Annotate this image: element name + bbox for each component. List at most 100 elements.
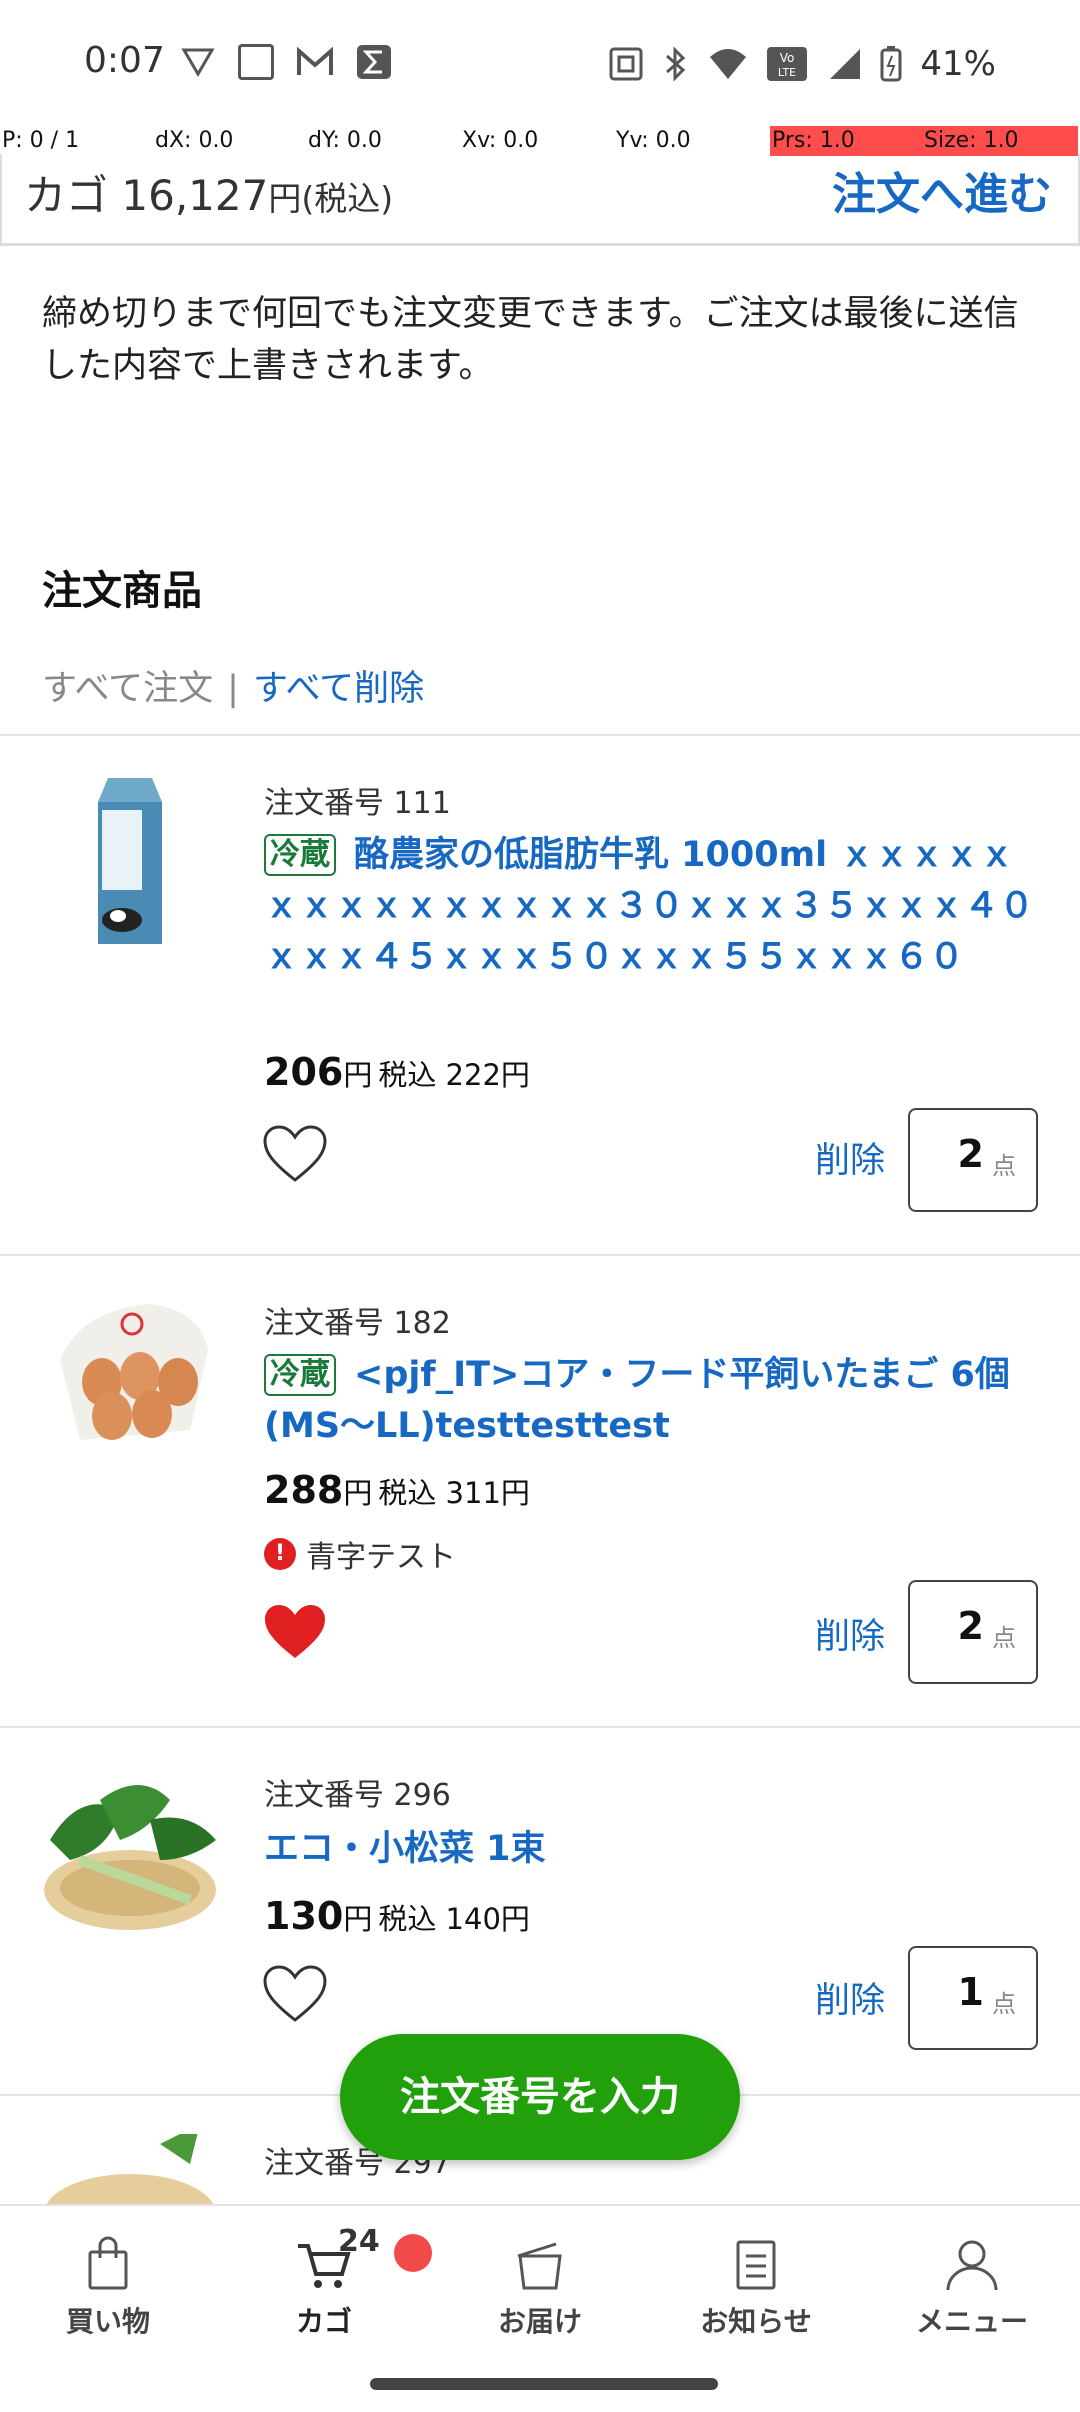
cart-count: 24 [338, 2224, 380, 2259]
quantity-value: 2 [957, 1604, 984, 1648]
cart-item: 注文番号 111 冷蔵 酪農家の低脂肪牛乳 1000ml ｘｘｘｘｘｘｘｘｘｘｘｘ… [0, 736, 1080, 1256]
section-title: 注文商品 [42, 568, 202, 614]
quantity-value: 1 [957, 1970, 984, 2014]
nav-cart-label: カゴ [295, 2305, 352, 2338]
battery-icon [880, 46, 902, 82]
delivery-box-icon [517, 2242, 562, 2290]
delete-item-button[interactable]: 削除 [815, 1132, 885, 1183]
bulk-actions: すべて注文 | すべて削除 [42, 660, 424, 711]
quantity-box[interactable]: 2点 [908, 1108, 1038, 1212]
cart-total: カゴ 16,127円(税込) [24, 162, 393, 223]
egg-carton-image[interactable] [40, 1290, 220, 1470]
clipboard-icon [736, 2240, 776, 2290]
nav-cart[interactable]: 24 カゴ [234, 2224, 432, 2340]
nav-news[interactable]: お知らせ [666, 2234, 846, 2340]
refrigerated-badge: 冷蔵 [264, 834, 336, 876]
cart-item: 注文番号 182 冷蔵 <pjf_IT>コア・フード平飼いたまご 6個(MS〜LL… [0, 1256, 1080, 1726]
svg-text:LTE: LTE [778, 66, 796, 79]
home-indicator[interactable] [370, 2378, 718, 2390]
cart-notification-dot [394, 2234, 432, 2272]
quantity-box[interactable]: 1点 [908, 1946, 1038, 2050]
nav-menu[interactable]: メニュー [882, 2234, 1062, 2340]
cart-amount: 16,127 [121, 171, 269, 220]
order-number: 注文番号 111 [264, 786, 451, 821]
price: 130円 税込 140円 [264, 1894, 530, 1938]
heart-outline-icon[interactable] [262, 1964, 328, 2024]
debug-pointer: P: 0 / 1 [2, 128, 80, 153]
price-unit: 円 [343, 1902, 373, 1936]
quantity-unit: 点 [992, 1990, 1016, 2018]
order-number: 注文番号 296 [264, 1778, 451, 1813]
product-name: エコ・小松菜 1束 [264, 1829, 546, 1869]
quantity-box[interactable]: 2点 [908, 1580, 1038, 1684]
vpn-icon [181, 48, 215, 77]
shopping-bag-icon [88, 2236, 128, 2290]
quantity-unit: 点 [992, 1624, 1016, 1652]
sigma-icon [357, 45, 391, 79]
nav-news-label: お知らせ [700, 2305, 812, 2338]
cart-label: カゴ [24, 171, 109, 220]
item-note: ! 青字テスト [264, 1532, 456, 1576]
vegetable-image[interactable] [40, 2134, 220, 2204]
product-name: 酪農家の低脂肪牛乳 1000ml ｘｘｘｘｘｘｘｘｘｘｘｘｘｘｘ３０ｘｘｘ３５ｘ… [264, 835, 1035, 977]
price: 288円 税込 311円 [264, 1468, 530, 1512]
warning-icon: ! [264, 1538, 296, 1570]
nfc-icon [609, 47, 643, 81]
heart-outline-icon[interactable] [262, 1124, 328, 1184]
price-value: 206 [264, 1050, 344, 1094]
sports-app-icon [238, 44, 274, 80]
delete-item-button[interactable]: 削除 [815, 1608, 885, 1659]
cart-summary-header: カゴ 16,127円(税込) 注文へ進む [0, 154, 1080, 246]
debug-dy: dY: 0.0 [308, 128, 382, 153]
tax-included-price: 税込 222円 [378, 1058, 530, 1092]
debug-size: Size: 1.0 [922, 126, 1078, 156]
svg-text:Vo: Vo [780, 51, 795, 65]
status-bar: 0:07 Vo LTE 41% [0, 0, 1080, 125]
enter-order-number-button[interactable]: 注文番号を入力 [340, 2034, 740, 2160]
debug-xv: Xv: 0.0 [462, 128, 539, 153]
nav-shop-label: 買い物 [65, 2305, 150, 2338]
price-value: 130 [264, 1894, 344, 1938]
debug-yv: Yv: 0.0 [616, 128, 691, 153]
proceed-to-order-button[interactable]: 注文へ進む [832, 158, 1052, 222]
gmail-icon [297, 47, 333, 75]
order-number: 注文番号 182 [264, 1306, 451, 1341]
heart-filled-icon[interactable] [262, 1602, 328, 1662]
product-name: <pjf_IT>コア・フード平飼いたまご 6個(MS〜LL)testtestte… [264, 1355, 1010, 1446]
nav-shop[interactable]: 買い物 [18, 2234, 198, 2340]
price: 206円 税込 222円 [264, 1050, 530, 1094]
actions-separator: | [227, 669, 239, 709]
status-time: 0:07 [84, 40, 165, 81]
notification-icons [180, 44, 392, 80]
nav-menu-label: メニュー [915, 2305, 1028, 2338]
delete-item-button[interactable]: 削除 [815, 1972, 885, 2023]
product-name-link[interactable]: 冷蔵 酪農家の低脂肪牛乳 1000ml ｘｘｘｘｘｘｘｘｘｘｘｘｘｘｘ３０ｘｘｘ３… [264, 830, 1044, 983]
refrigerated-badge: 冷蔵 [264, 1354, 336, 1396]
pointer-debug-overlay: P: 0 / 1 dX: 0.0 dY: 0.0 Xv: 0.0 Yv: 0.0… [0, 126, 1080, 156]
tax-included-price: 税込 140円 [378, 1902, 530, 1936]
komatsuna-image[interactable] [40, 1770, 220, 1950]
battery-percent: 41% [920, 44, 996, 84]
nav-delivery-label: お届け [497, 2305, 582, 2338]
product-name-link[interactable]: 冷蔵 <pjf_IT>コア・フード平飼いたまご 6個(MS〜LL)testtest… [264, 1350, 1044, 1452]
milk-carton-image[interactable] [40, 770, 220, 950]
nav-delivery[interactable]: お届け [450, 2234, 630, 2340]
signal-icon [830, 49, 861, 79]
volte-icon: VoLTE [767, 47, 808, 81]
bluetooth-icon [666, 46, 686, 82]
price-unit: 円 [343, 1476, 373, 1510]
debug-pressure: Prs: 1.0 [770, 126, 922, 156]
delete-all-link[interactable]: すべて削除 [253, 669, 424, 709]
quantity-value: 2 [957, 1132, 984, 1176]
product-name-link[interactable]: エコ・小松菜 1束 [264, 1824, 1044, 1875]
note-text: 青字テスト [306, 1540, 456, 1575]
price-unit: 円 [343, 1058, 373, 1092]
quantity-unit: 点 [992, 1152, 1016, 1180]
order-notice: 締め切りまで何回でも注文変更できます。ご注文は最後に送信した内容で上書きされます… [42, 294, 1019, 386]
debug-dx: dX: 0.0 [155, 128, 234, 153]
price-value: 288 [264, 1468, 344, 1512]
system-icons: Vo LTE 41% [608, 44, 996, 84]
order-all-link[interactable]: すべて注文 [42, 669, 213, 709]
tax-included-price: 税込 311円 [378, 1476, 530, 1510]
cart-currency: 円(税込) [268, 179, 394, 218]
